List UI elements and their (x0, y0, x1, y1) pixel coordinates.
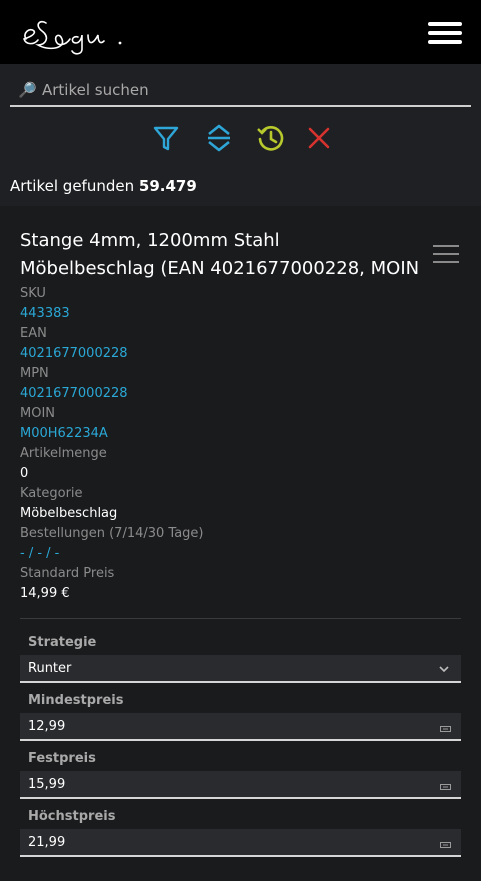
filter-icon (153, 126, 179, 151)
sku-label: SKU (20, 286, 46, 301)
hamburger-icon[interactable] (428, 22, 462, 44)
spinner-icon[interactable] (440, 726, 451, 732)
sort-up-down-icon (208, 124, 230, 152)
fixed-price-label: Festpreis (28, 751, 96, 766)
orders-label: Bestellungen (7/14/30 Tage) (20, 526, 204, 541)
max-price-input[interactable]: 21,99 (20, 829, 461, 857)
search-input[interactable]: 🔎 Artikel suchen (10, 76, 471, 107)
min-price-label: Mindestpreis (28, 693, 124, 708)
standard-price-value: 14,99 € (20, 586, 70, 601)
fixed-price-value: 15,99 (28, 777, 66, 792)
ean-link[interactable]: 4021677000228 (20, 345, 128, 363)
results-number: 59.479 (138, 177, 197, 195)
orders-link[interactable]: - / - / - (20, 545, 59, 563)
strategy-value: Runter (28, 661, 72, 676)
sku-link[interactable]: 443383 (20, 305, 70, 323)
strategy-select[interactable]: Runter (20, 655, 461, 683)
standard-price-label: Standard Preis (20, 566, 115, 581)
filter-button[interactable] (149, 121, 183, 155)
quantity-value: 0 (20, 466, 29, 481)
fixed-price-input[interactable]: 15,99 (20, 771, 461, 799)
mpn-link[interactable]: 4021677000228 (20, 385, 128, 403)
search-placeholder: Artikel suchen (42, 81, 149, 99)
min-price-value: 12,99 (28, 719, 66, 734)
search-icon: 🔎 (18, 81, 37, 99)
clear-button[interactable] (302, 121, 336, 155)
max-price-label: Höchstpreis (28, 809, 116, 824)
spinner-icon[interactable] (440, 784, 451, 790)
close-icon (308, 127, 330, 149)
spinner-icon[interactable] (440, 842, 451, 848)
results-count: Artikel gefunden 59.479 (10, 176, 197, 196)
divider (20, 618, 461, 619)
history-button[interactable] (254, 121, 288, 155)
chevron-down-icon (439, 666, 449, 673)
max-price-value: 21,99 (28, 835, 66, 850)
top-navbar (0, 0, 481, 64)
menu-lines-icon[interactable] (433, 244, 459, 264)
min-price-input[interactable]: 12,99 (20, 713, 461, 741)
category-value: Möbelbeschlag (20, 506, 118, 521)
ean-label: EAN (20, 326, 47, 341)
sort-button[interactable] (202, 121, 236, 155)
history-icon (257, 126, 284, 151)
article-title[interactable]: Stange 4mm, 1200mm Stahl Möbelbeschlag (… (20, 227, 420, 283)
moin-link[interactable]: M00H62234A (20, 425, 108, 443)
quantity-label: Artikelmenge (20, 446, 107, 461)
mpn-label: MPN (20, 366, 49, 381)
results-label: Artikel gefunden (10, 177, 135, 195)
category-label: Kategorie (20, 486, 83, 501)
esagu-logo[interactable] (20, 9, 130, 55)
moin-label: MOIN (20, 406, 56, 421)
strategy-label: Strategie (28, 635, 97, 650)
